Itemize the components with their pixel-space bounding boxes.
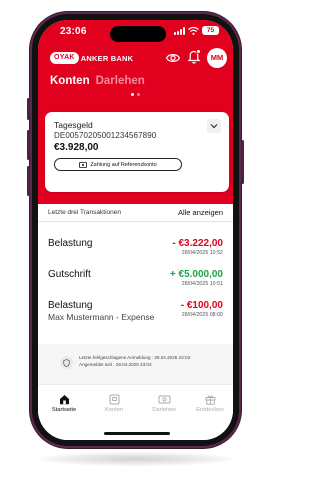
eye-icon bbox=[165, 54, 181, 62]
gift-icon bbox=[205, 395, 215, 405]
nav-item-darlehen[interactable]: Darlehen bbox=[144, 393, 184, 413]
nav-item-startseite[interactable]: Startseite bbox=[44, 393, 84, 413]
transaction-date: 28/04/2025 10:51 bbox=[181, 281, 223, 287]
loans-icon bbox=[158, 395, 170, 403]
pagination-dot[interactable] bbox=[137, 93, 140, 96]
money-transfer-icon bbox=[79, 161, 88, 168]
account-balance: €3.928,00 bbox=[54, 142, 99, 153]
device-shadow bbox=[38, 452, 233, 466]
nav-item-konten[interactable]: Konten bbox=[94, 393, 134, 413]
phone-bezel: 23:06 75 OYAK ANKER BANK MM Konten Darle… bbox=[32, 14, 239, 446]
product-tabs: Konten Darlehen bbox=[50, 75, 145, 87]
transaction-title: Belastung bbox=[48, 238, 93, 249]
show-all-transactions-link[interactable]: Alle anzeigen bbox=[178, 208, 223, 217]
nav-label: Konten bbox=[104, 407, 124, 413]
shield-icon bbox=[60, 356, 73, 369]
login-info: Letzte fehlgeschlagene Anmeldung : 29.04… bbox=[38, 344, 233, 384]
transaction-date: 28/04/2025 10:52 bbox=[181, 250, 223, 256]
volume-up-button bbox=[27, 130, 30, 160]
transaction-amount: - €100,00 bbox=[180, 300, 223, 311]
nav-label: Darlehen bbox=[152, 407, 176, 413]
transaction-description: Max Mustermann - Expense bbox=[48, 312, 155, 322]
dynamic-island bbox=[110, 26, 166, 42]
transactions-header: Letzte drei Transaktionen Alle anzeigen bbox=[38, 204, 233, 222]
nav-label: Startseite bbox=[51, 407, 77, 413]
status-bar: 23:06 75 bbox=[38, 20, 233, 46]
transaction-title: Gutschrift bbox=[48, 269, 91, 280]
transaction-date: 28/04/2025 08:00 bbox=[181, 312, 223, 318]
transaction-list: Belastung - €3.222,00 28/04/2025 10:52 G… bbox=[38, 222, 233, 344]
logged-in-since: Angemeldet seit : 29.04.2025 23:03 bbox=[79, 362, 152, 367]
bank-logo: OYAK ANKER BANK bbox=[50, 51, 133, 65]
notification-badge bbox=[196, 49, 201, 54]
logged-in-since-value: 29.04.2025 23:03 bbox=[115, 362, 152, 367]
power-button bbox=[241, 140, 244, 184]
cellular-signal-icon bbox=[174, 26, 185, 35]
notifications-button[interactable] bbox=[186, 49, 202, 65]
bottom-navigation: Startseite Konten Darlehen Entdecken bbox=[38, 384, 233, 440]
account-iban: DE00570205001234567890 bbox=[54, 131, 157, 140]
status-time: 23:06 bbox=[60, 26, 87, 37]
tab-konten[interactable]: Konten bbox=[50, 75, 90, 87]
app-header: OYAK ANKER BANK MM bbox=[38, 48, 233, 72]
wifi-icon bbox=[188, 26, 199, 35]
account-card[interactable]: Tagesgeld DE00570205001234567890 €3.928,… bbox=[45, 112, 229, 192]
transaction-amount: + €5.000,00 bbox=[169, 269, 223, 280]
logged-in-since-label: Angemeldet seit : bbox=[79, 362, 115, 367]
chevron-down-icon bbox=[210, 124, 218, 129]
home-icon bbox=[59, 394, 69, 404]
battery-icon: 75 bbox=[202, 26, 219, 35]
volume-down-button bbox=[27, 166, 30, 196]
accounts-icon bbox=[109, 394, 119, 404]
toggle-balance-visibility-button[interactable] bbox=[165, 51, 181, 65]
last-failed-login-value: 29.04.2025 23:03 bbox=[154, 355, 191, 360]
expand-account-button[interactable] bbox=[207, 119, 221, 133]
transactions-title: Letzte drei Transaktionen bbox=[48, 209, 121, 216]
pagination-dot-active[interactable] bbox=[131, 93, 134, 96]
transaction-title: Belastung bbox=[48, 300, 93, 311]
logo-text: ANKER BANK bbox=[80, 53, 134, 63]
logo-mark: OYAK bbox=[50, 52, 79, 64]
account-name: Tagesgeld bbox=[54, 120, 93, 130]
transfer-to-reference-account-button[interactable]: Zahlung auf Referenzkonto bbox=[54, 158, 182, 171]
avatar[interactable]: MM bbox=[207, 48, 227, 68]
status-icons: 75 bbox=[174, 26, 219, 35]
transfer-button-label: Zahlung auf Referenzkonto bbox=[90, 161, 157, 168]
last-failed-login-label: Letzte fehlgeschlagene Anmeldung : bbox=[79, 355, 154, 360]
nav-item-entdecken[interactable]: Entdecken bbox=[190, 393, 230, 413]
carousel-pagination bbox=[38, 93, 233, 96]
nav-label: Entdecken bbox=[196, 407, 224, 413]
app-screen: 23:06 75 OYAK ANKER BANK MM Konten Darle… bbox=[38, 20, 233, 440]
last-failed-login: Letzte fehlgeschlagene Anmeldung : 29.04… bbox=[79, 355, 190, 360]
phone-frame: 23:06 75 OYAK ANKER BANK MM Konten Darle… bbox=[27, 12, 244, 448]
transaction-amount: - €3.222,00 bbox=[172, 238, 223, 249]
home-indicator[interactable] bbox=[104, 432, 170, 435]
tab-darlehen[interactable]: Darlehen bbox=[96, 75, 145, 87]
action-button bbox=[27, 98, 30, 120]
